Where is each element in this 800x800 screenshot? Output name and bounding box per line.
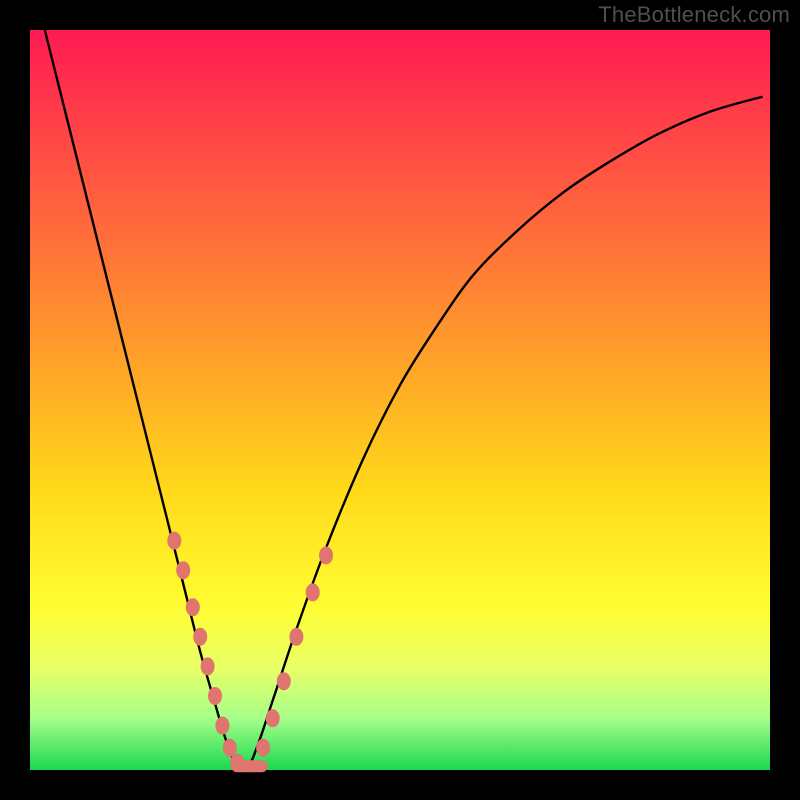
chart-frame: TheBottleneck.com [0,0,800,800]
marker-dot [306,583,320,601]
marker-dot [201,657,215,675]
marker-dot [193,628,207,646]
marker-dot [289,628,303,646]
marker-dot [266,709,280,727]
marker-dot [186,598,200,616]
marker-dot [277,672,291,690]
marker-capsule [244,760,268,772]
watermark-text: TheBottleneck.com [598,2,790,28]
marker-dot [208,687,222,705]
marker-dot [256,739,270,757]
marker-dot [223,739,237,757]
bottleneck-curve [45,30,763,770]
marker-dot [176,561,190,579]
marker-dot [319,546,333,564]
chart-markers [167,532,333,773]
marker-dot [215,717,229,735]
plot-area [30,30,770,770]
marker-dot [167,532,181,550]
chart-svg [30,30,770,770]
